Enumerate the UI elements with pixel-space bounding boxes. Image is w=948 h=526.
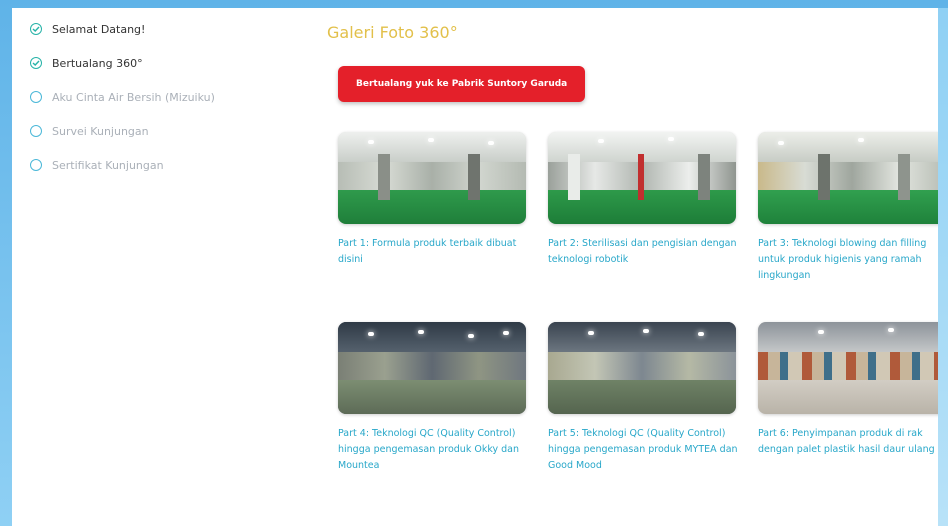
start-tour-button[interactable]: Bertualang yuk ke Pabrik Suntory Garuda [338,66,586,102]
sidebar-step-label: Sertifikat Kunjungan [52,158,164,172]
page-frame: Selamat Datang! Bertualang 360° Aku Cint… [12,8,948,526]
gallery-item-part-6[interactable]: Part 6: Penyimpanan produk di rak dengan… [758,322,948,458]
sidebar-step-label: Survei Kunjungan [52,124,149,138]
panorama-thumbnail[interactable] [548,322,736,414]
sidebar-step-adventure-360[interactable]: Bertualang 360° [30,46,270,80]
check-circle-icon [30,23,42,35]
panorama-thumbnail[interactable] [758,322,946,414]
sidebar-step-mizuiku[interactable]: Aku Cinta Air Bersih (Mizuiku) [30,80,270,114]
sidebar-step-survey[interactable]: Survei Kunjungan [30,114,270,148]
gallery-item-part-3[interactable]: Part 3: Teknologi blowing dan filling un… [758,132,948,284]
gallery-main: Galeri Foto 360° Bertualang yuk ke Pabri… [327,22,947,471]
empty-circle-icon [30,91,42,103]
gallery-item-part-2[interactable]: Part 2: Sterilisasi dan pengisian dengan… [548,132,738,268]
sidebar-step-label: Selamat Datang! [52,22,146,36]
sidebar-step-welcome[interactable]: Selamat Datang! [30,12,270,46]
sidebar-step-certificate[interactable]: Sertifikat Kunjungan [30,148,270,182]
empty-circle-icon [30,125,42,137]
panorama-thumbnail[interactable] [758,132,946,224]
gallery-caption[interactable]: Part 5: Teknologi QC (Quality Control) h… [548,426,738,474]
gallery-item-part-4[interactable]: Part 4: Teknologi QC (Quality Control) h… [338,322,528,474]
check-circle-icon [30,57,42,69]
sidebar-step-label: Aku Cinta Air Bersih (Mizuiku) [52,90,215,104]
panorama-thumbnail[interactable] [548,132,736,224]
gallery-caption[interactable]: Part 6: Penyimpanan produk di rak dengan… [758,426,948,458]
gallery-item-part-5[interactable]: Part 5: Teknologi QC (Quality Control) h… [548,322,738,474]
progress-sidebar: Selamat Datang! Bertualang 360° Aku Cint… [30,12,270,182]
empty-circle-icon [30,159,42,171]
page-title: Galeri Foto 360° [327,23,458,42]
panorama-thumbnail[interactable] [338,132,526,224]
gallery-caption[interactable]: Part 1: Formula produk terbaik dibuat di… [338,236,528,268]
page-border [938,8,948,526]
gallery-caption[interactable]: Part 3: Teknologi blowing dan filling un… [758,236,948,284]
gallery-item-part-1[interactable]: Part 1: Formula produk terbaik dibuat di… [338,132,528,268]
panorama-thumbnail[interactable] [338,322,526,414]
gallery-caption[interactable]: Part 2: Sterilisasi dan pengisian dengan… [548,236,738,268]
sidebar-step-label: Bertualang 360° [52,56,143,70]
gallery-caption[interactable]: Part 4: Teknologi QC (Quality Control) h… [338,426,528,474]
